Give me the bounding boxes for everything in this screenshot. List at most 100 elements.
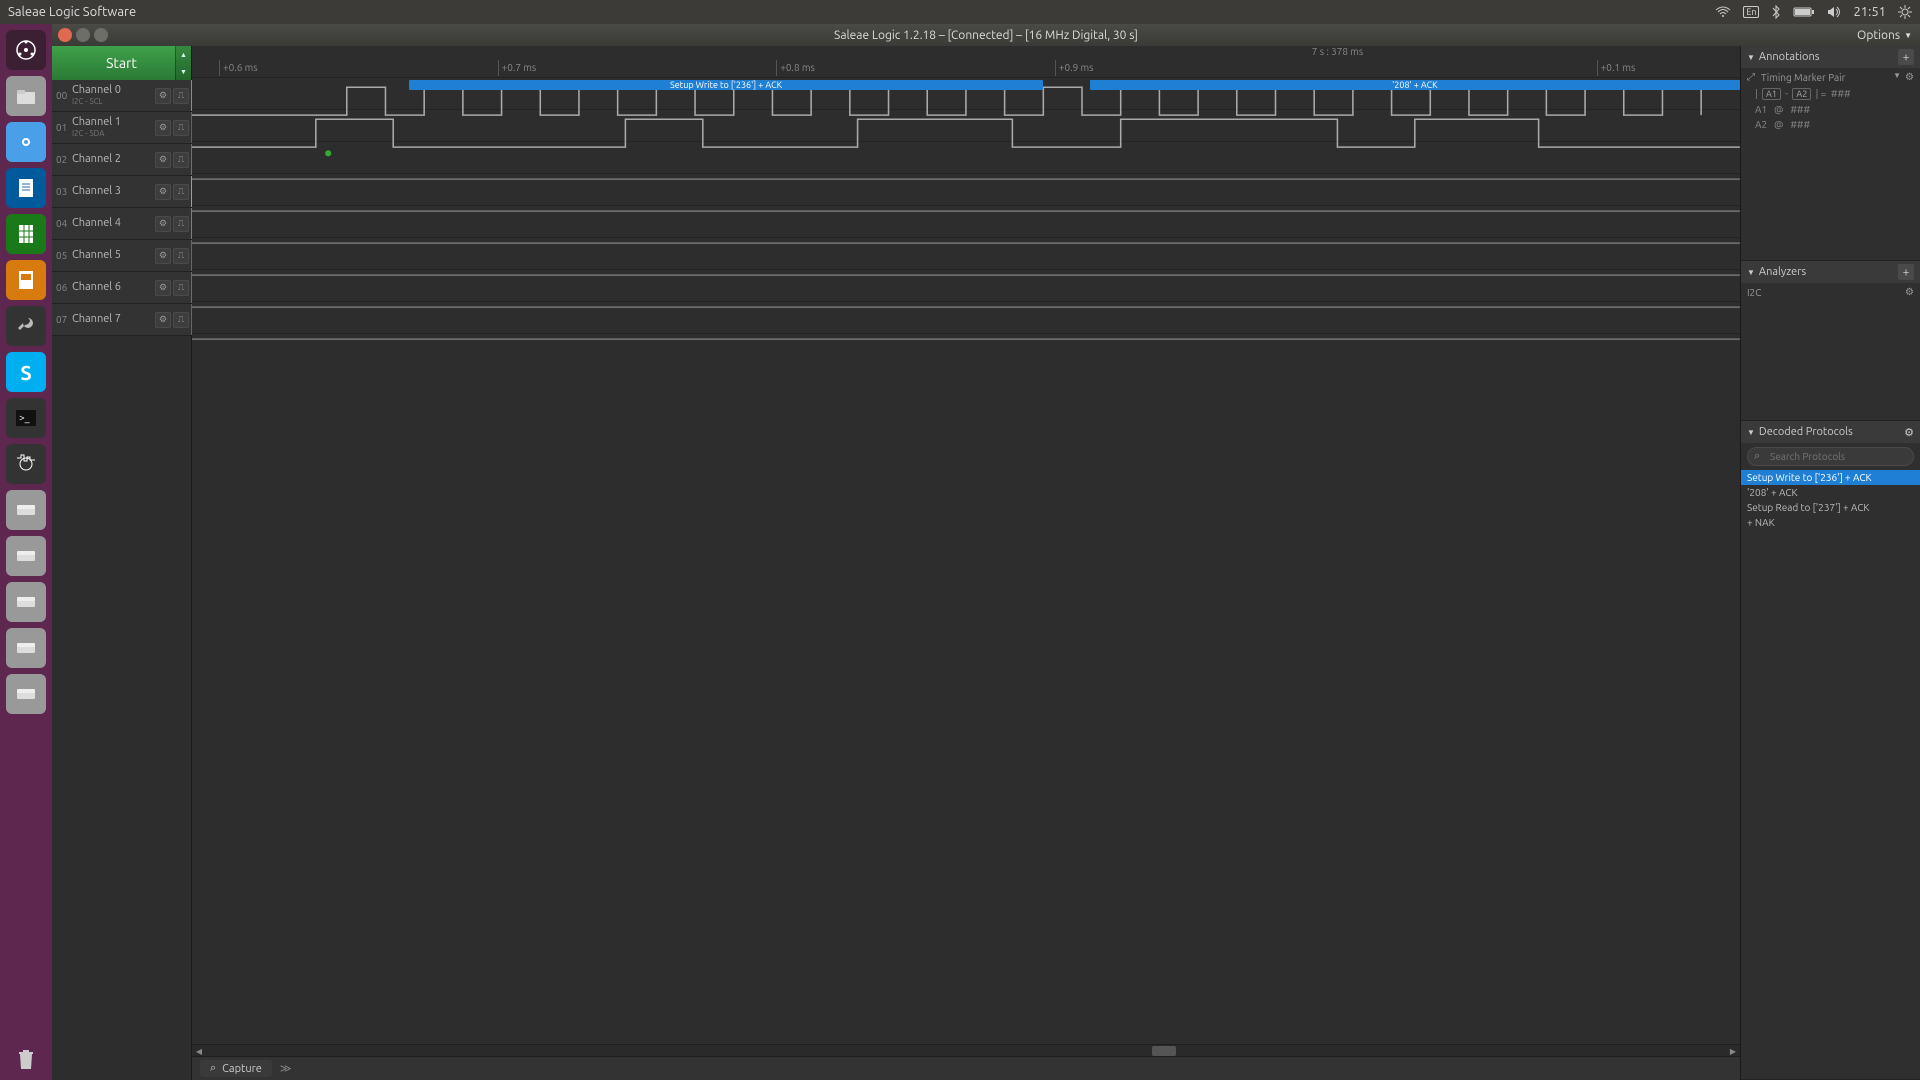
decoded-item[interactable]: Setup Write to ['236'] + ACK xyxy=(1741,470,1920,485)
channel-settings-gear-icon[interactable]: ⚙ xyxy=(155,152,171,168)
decoded-item[interactable]: Setup Read to ['237'] + ACK xyxy=(1741,500,1920,515)
launcher-terminal[interactable]: >_ xyxy=(6,398,46,438)
search-icon: ⌕ xyxy=(210,1062,216,1075)
system-gear-icon[interactable] xyxy=(1898,5,1912,19)
launcher-skype[interactable]: S xyxy=(6,352,46,392)
launcher-drive-1[interactable] xyxy=(6,490,46,530)
scroll-thumb[interactable] xyxy=(1152,1046,1176,1056)
channel-settings-gear-icon[interactable]: ⚙ xyxy=(155,280,171,296)
channel-name: Channel 4 xyxy=(72,218,155,229)
channel-row[interactable]: 00Channel 0I2C - SCL⚙⎍ xyxy=(52,80,191,112)
volume-icon[interactable] xyxy=(1827,6,1841,18)
saleae-window: Saleae Logic 1.2.18 – [Connected] – [16 … xyxy=(52,24,1920,1080)
waveform-row[interactable] xyxy=(192,302,1740,334)
channel-settings-gear-icon[interactable]: ⚙ xyxy=(155,184,171,200)
channel-trigger-icon[interactable]: ⎍ xyxy=(173,248,189,264)
battery-icon[interactable] xyxy=(1793,6,1815,18)
channel-settings-gear-icon[interactable]: ⚙ xyxy=(155,312,171,328)
launcher-settings[interactable] xyxy=(6,306,46,346)
gear-icon[interactable]: ⚙ xyxy=(1905,71,1914,83)
window-minimize-button[interactable] xyxy=(76,28,90,42)
unity-launcher: S >_ xyxy=(0,24,52,1080)
decoded-title: Decoded Protocols xyxy=(1759,426,1853,438)
start-spinner-up[interactable]: ▲ xyxy=(175,46,191,63)
keyboard-lang-indicator[interactable]: En xyxy=(1743,6,1759,18)
annotations-header[interactable]: ▼Annotations + xyxy=(1741,46,1920,68)
window-maximize-button[interactable] xyxy=(94,28,108,42)
channel-row[interactable]: 04Channel 4⚙⎍ xyxy=(52,208,191,240)
options-menu[interactable]: Options ▼ xyxy=(1857,29,1912,42)
channel-trigger-icon[interactable]: ⎍ xyxy=(173,152,189,168)
channels-sidebar: Start ▲ ▼ 00Channel 0I2C - SCL⚙⎍01Channe… xyxy=(52,46,192,1080)
gear-icon[interactable]: ⚙ xyxy=(1905,286,1914,298)
channel-row[interactable]: 06Channel 6⚙⎍ xyxy=(52,272,191,304)
launcher-dash[interactable] xyxy=(6,30,46,70)
launcher-drive-2[interactable] xyxy=(6,536,46,576)
scroll-left-arrow[interactable]: ◀ xyxy=(192,1045,206,1057)
channel-settings-gear-icon[interactable]: ⚙ xyxy=(155,88,171,104)
launcher-calc[interactable] xyxy=(6,214,46,254)
analyzers-header[interactable]: ▼Analyzers + xyxy=(1741,261,1920,283)
protocol-decode-bubble[interactable]: '208' + ACK xyxy=(1090,80,1740,90)
timing-marker-pair-row[interactable]: ⤢ Timing Marker Pair ▼ ⚙ xyxy=(1741,68,1920,86)
launcher-chromium[interactable] xyxy=(6,122,46,162)
wifi-icon[interactable] xyxy=(1715,6,1731,18)
waveform-row[interactable] xyxy=(192,270,1740,302)
channel-trigger-icon[interactable]: ⎍ xyxy=(173,184,189,200)
tab-add-chevron-icon[interactable]: ≫ xyxy=(280,1062,292,1075)
channel-trigger-icon[interactable]: ⎍ xyxy=(173,280,189,296)
start-button[interactable]: Start ▲ ▼ xyxy=(52,46,191,80)
channel-trigger-icon[interactable]: ⎍ xyxy=(173,88,189,104)
launcher-saleae[interactable] xyxy=(6,444,46,484)
chevron-down-icon[interactable]: ▼ xyxy=(1893,71,1901,83)
channel-name: Channel 5 xyxy=(72,250,155,261)
launcher-drive-3[interactable] xyxy=(6,582,46,622)
capture-tab[interactable]: ⌕ Capture xyxy=(200,1060,272,1077)
channel-row[interactable]: 05Channel 5⚙⎍ xyxy=(52,240,191,272)
decoded-header[interactable]: ▼Decoded Protocols ⚙ xyxy=(1741,421,1920,443)
launcher-impress[interactable] xyxy=(6,260,46,300)
channel-row[interactable]: 01Channel 1I2C - SDA⚙⎍ xyxy=(52,112,191,144)
protocol-decode-bubble[interactable]: Setup Write to ['236'] + ACK xyxy=(409,80,1044,90)
waveform-row[interactable] xyxy=(192,142,1740,174)
channel-settings-gear-icon[interactable]: ⚙ xyxy=(155,120,171,136)
launcher-writer[interactable] xyxy=(6,168,46,208)
channel-row[interactable]: 07Channel 7⚙⎍ xyxy=(52,304,191,336)
start-spinner-down[interactable]: ▼ xyxy=(175,63,191,80)
channel-trigger-icon[interactable]: ⎍ xyxy=(173,120,189,136)
chevron-down-icon: ▼ xyxy=(1904,31,1912,40)
channel-row[interactable]: 03Channel 3⚙⎍ xyxy=(52,176,191,208)
launcher-trash[interactable] xyxy=(6,1040,46,1080)
channel-row[interactable]: 02Channel 2⚙⎍ xyxy=(52,144,191,176)
waveform-row[interactable] xyxy=(192,174,1740,206)
waveform-area[interactable]: 7 s : 378 ms +0.6 ms+0.7 ms+0.8 ms+0.9 m… xyxy=(192,46,1740,1080)
channel-name: Channel 1 xyxy=(72,117,155,128)
window-close-button[interactable] xyxy=(58,28,72,42)
timeline-ruler[interactable]: +0.6 ms+0.7 ms+0.8 ms+0.9 ms+0.1 ms xyxy=(192,60,1740,78)
waveform-row[interactable] xyxy=(192,238,1740,270)
horizontal-scrollbar[interactable]: ◀ ▶ xyxy=(192,1044,1740,1056)
ruler-tick-label: +0.8 ms xyxy=(780,62,815,73)
waveform-row[interactable] xyxy=(192,206,1740,238)
channel-settings-gear-icon[interactable]: ⚙ xyxy=(155,248,171,264)
launcher-files[interactable] xyxy=(6,76,46,116)
clock[interactable]: 21:51 xyxy=(1853,5,1886,19)
gear-icon[interactable]: ⚙ xyxy=(1904,426,1914,439)
launcher-drive-5[interactable] xyxy=(6,674,46,714)
channel-settings-gear-icon[interactable]: ⚙ xyxy=(155,216,171,232)
scroll-right-arrow[interactable]: ▶ xyxy=(1726,1045,1740,1057)
analyzers-add-button[interactable]: + xyxy=(1898,264,1914,280)
channel-trigger-icon[interactable]: ⎍ xyxy=(173,312,189,328)
waveform-row[interactable]: Setup Write to ['236'] + ACK '208' + ACK xyxy=(192,78,1740,110)
waveform-row[interactable] xyxy=(192,110,1740,142)
decoded-item[interactable]: '208' + ACK xyxy=(1741,485,1920,500)
launcher-drive-4[interactable] xyxy=(6,628,46,668)
annotations-add-button[interactable]: + xyxy=(1898,49,1914,65)
decoded-search-input[interactable] xyxy=(1747,447,1914,466)
right-panel: ▼Annotations + ⤢ Timing Marker Pair ▼ ⚙ … xyxy=(1740,46,1920,1080)
analyzer-item[interactable]: I2C ⚙ xyxy=(1741,283,1920,301)
decoded-item[interactable]: + NAK xyxy=(1741,515,1920,530)
bluetooth-icon[interactable] xyxy=(1771,5,1781,19)
ruler-tick-label: +0.6 ms xyxy=(223,62,258,73)
channel-trigger-icon[interactable]: ⎍ xyxy=(173,216,189,232)
